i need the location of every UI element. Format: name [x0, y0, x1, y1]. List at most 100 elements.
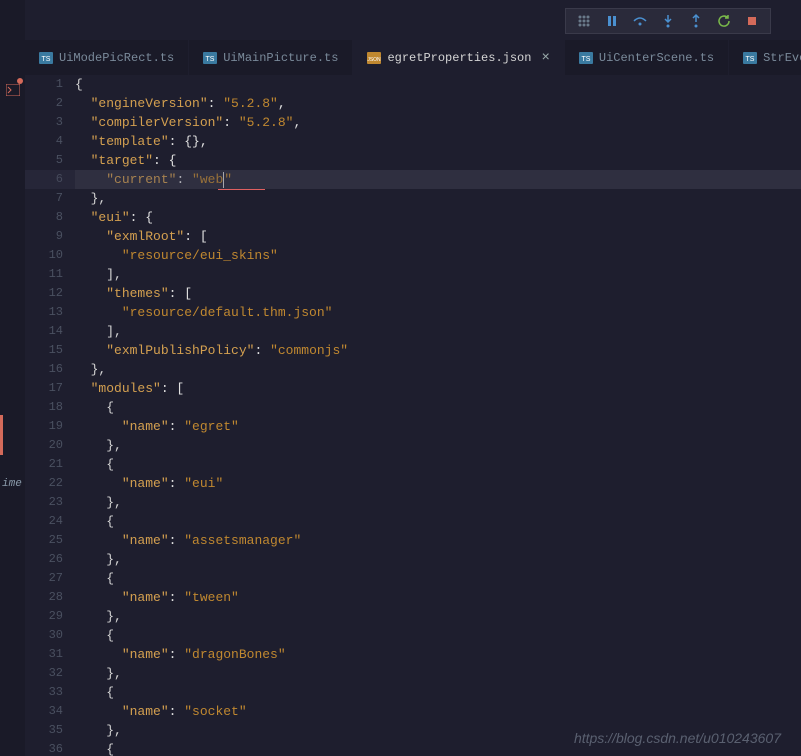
tab-label: UiCenterScene.ts: [599, 51, 714, 65]
line-number: 36: [25, 740, 63, 756]
tab-uimodepicrect-ts[interactable]: TS UiModePicRect.ts: [25, 40, 189, 75]
tab-uimainpicture-ts[interactable]: TSUiMainPicture.ts: [189, 40, 353, 75]
line-number: 35: [25, 721, 63, 740]
code-line[interactable]: "name": "eui": [75, 474, 801, 493]
line-number: 15: [25, 341, 63, 360]
line-number: 27: [25, 569, 63, 588]
code-line[interactable]: "name": "assetsmanager": [75, 531, 801, 550]
line-number: 8: [25, 208, 63, 227]
code-line[interactable]: "target": {: [75, 151, 801, 170]
code-line[interactable]: "eui": {: [75, 208, 801, 227]
ts-file-icon: TS: [743, 52, 757, 64]
code-line[interactable]: "themes": [: [75, 284, 801, 303]
line-number: 1: [25, 75, 63, 94]
code-editor[interactable]: 1234567891011121314151617181920212223242…: [25, 75, 801, 756]
editor-tabs: TSUiModePicRect.tsTSUiMainPicture.tsJSON…: [25, 40, 801, 75]
code-line[interactable]: ],: [75, 265, 801, 284]
code-line[interactable]: {: [75, 626, 801, 645]
code-line[interactable]: "modules": [: [75, 379, 801, 398]
code-line[interactable]: {: [75, 569, 801, 588]
line-number: 6: [25, 170, 63, 189]
side-marker: [0, 415, 3, 455]
line-number: 32: [25, 664, 63, 683]
code-content[interactable]: { "engineVersion": "5.2.8", "compilerVer…: [75, 75, 801, 756]
code-line[interactable]: "exmlRoot": [: [75, 227, 801, 246]
code-line[interactable]: "template": {},: [75, 132, 801, 151]
line-number: 13: [25, 303, 63, 322]
code-line[interactable]: "compilerVersion": "5.2.8",: [75, 113, 801, 132]
code-line[interactable]: "exmlPublishPolicy": "commonjs": [75, 341, 801, 360]
line-number: 9: [25, 227, 63, 246]
terminal-icon[interactable]: [0, 80, 25, 100]
restart-icon[interactable]: [716, 13, 732, 29]
step-out-icon[interactable]: [688, 13, 704, 29]
stop-icon[interactable]: [744, 13, 760, 29]
svg-text:TS: TS: [206, 56, 215, 63]
line-number: 4: [25, 132, 63, 151]
ts-file-icon: TS: [39, 52, 53, 64]
tab-strevent-ts[interactable]: TS StrEvent.ts: [729, 40, 801, 75]
code-line[interactable]: "engineVersion": "5.2.8",: [75, 94, 801, 113]
code-line[interactable]: {: [75, 398, 801, 417]
line-number: 11: [25, 265, 63, 284]
code-line[interactable]: },: [75, 436, 801, 455]
svg-text:JSON: JSON: [368, 57, 382, 63]
step-over-icon[interactable]: [632, 13, 648, 29]
line-number: 16: [25, 360, 63, 379]
svg-text:TS: TS: [746, 56, 755, 63]
badge-icon: [17, 78, 23, 84]
watermark: https://blog.csdn.net/u010243607: [574, 730, 781, 746]
line-number: 31: [25, 645, 63, 664]
line-gutter: 1234567891011121314151617181920212223242…: [25, 75, 75, 756]
line-number: 23: [25, 493, 63, 512]
code-line[interactable]: {: [75, 683, 801, 702]
code-line[interactable]: "resource/eui_skins": [75, 246, 801, 265]
line-number: 26: [25, 550, 63, 569]
line-number: 28: [25, 588, 63, 607]
line-number: 25: [25, 531, 63, 550]
line-number: 24: [25, 512, 63, 531]
tab-label: UiModePicRect.ts: [59, 51, 174, 65]
line-number: 21: [25, 455, 63, 474]
tab-label: egretProperties.json: [387, 51, 531, 65]
step-into-icon[interactable]: [660, 13, 676, 29]
code-line[interactable]: "resource/default.thm.json": [75, 303, 801, 322]
code-line[interactable]: },: [75, 550, 801, 569]
code-line[interactable]: },: [75, 664, 801, 683]
line-number: 10: [25, 246, 63, 265]
line-number: 17: [25, 379, 63, 398]
pause-icon[interactable]: [604, 13, 620, 29]
code-line[interactable]: },: [75, 607, 801, 626]
code-line[interactable]: {: [75, 75, 801, 94]
svg-text:TS: TS: [581, 56, 590, 63]
line-number: 20: [25, 436, 63, 455]
line-number: 3: [25, 113, 63, 132]
code-line[interactable]: },: [75, 189, 801, 208]
code-line[interactable]: "name": "socket": [75, 702, 801, 721]
code-line[interactable]: "current": "web": [75, 170, 801, 189]
code-line[interactable]: {: [75, 512, 801, 531]
line-number: 29: [25, 607, 63, 626]
code-line[interactable]: {: [75, 455, 801, 474]
line-number: 5: [25, 151, 63, 170]
line-number: 30: [25, 626, 63, 645]
drag-handle-icon[interactable]: [576, 13, 592, 29]
line-number: 22: [25, 474, 63, 493]
ts-file-icon: TS: [579, 52, 593, 64]
code-line[interactable]: "name": "tween": [75, 588, 801, 607]
line-number: 7: [25, 189, 63, 208]
debug-toolbar: [565, 8, 771, 34]
tab-egretproperties-json[interactable]: JSON egretProperties.json ×: [353, 40, 564, 75]
code-line[interactable]: "name": "egret": [75, 417, 801, 436]
code-line[interactable]: },: [75, 493, 801, 512]
code-line[interactable]: },: [75, 360, 801, 379]
close-icon[interactable]: ×: [541, 50, 549, 66]
code-line[interactable]: "name": "dragonBones": [75, 645, 801, 664]
line-number: 14: [25, 322, 63, 341]
tab-uicenterscene-ts[interactable]: TS UiCenterScene.ts: [565, 40, 729, 75]
line-number: 33: [25, 683, 63, 702]
code-line[interactable]: ],: [75, 322, 801, 341]
tab-label: StrEvent.ts: [763, 51, 801, 65]
line-number: 2: [25, 94, 63, 113]
line-number: 34: [25, 702, 63, 721]
